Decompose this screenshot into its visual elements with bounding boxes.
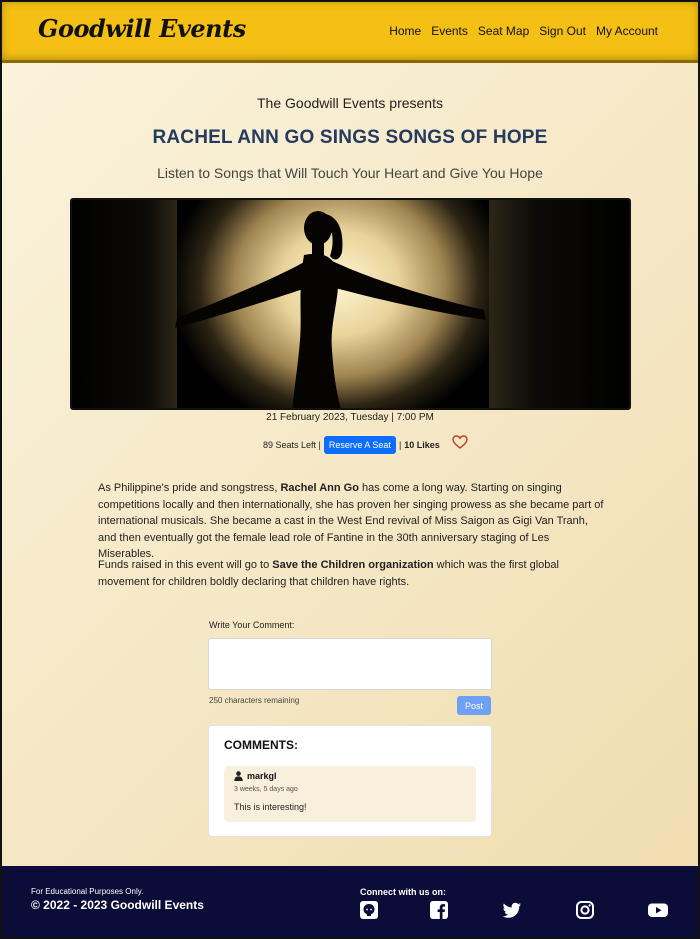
comment-author: markgl — [234, 771, 277, 781]
footer-connect-label: Connect with us on: — [360, 887, 446, 897]
nav-home[interactable]: Home — [389, 24, 421, 38]
youtube-icon[interactable] — [647, 900, 668, 920]
event-title: RACHEL ANN GO SINGS SONGS OF HOPE — [152, 127, 548, 148]
user-icon — [234, 771, 243, 781]
nav-seat-map[interactable]: Seat Map — [478, 24, 529, 38]
seats-left: 89 Seats Left | — [263, 440, 321, 450]
nav-sign-out[interactable]: Sign Out — [539, 24, 586, 38]
comment-label: Write Your Comment: — [209, 620, 295, 630]
event-description: As Philippine's pride and songstress, Ra… — [98, 482, 604, 560]
nav-my-account[interactable]: My Account — [596, 24, 658, 38]
nav-events[interactable]: Events — [431, 24, 468, 38]
event-beneficiary: Funds raised in this event will go to Sa… — [98, 559, 559, 588]
comments-section: COMMENTS: markgl 3 weeks, 5 days ago Thi… — [208, 725, 492, 837]
nav-links: Home Events Seat Map Sign Out My Account — [389, 24, 658, 38]
post-button[interactable]: Post — [457, 696, 491, 715]
singer-silhouette — [175, 211, 486, 408]
comment-username: markgl — [247, 771, 277, 781]
footer-disclaimer: For Educational Purposes Only. — [31, 887, 144, 896]
heart-icon[interactable] — [452, 435, 468, 451]
comment-text: This is interesting! — [234, 802, 307, 812]
event-actions: 89 Seats Left | Reserve A Seat | 10 Like… — [263, 435, 468, 454]
event-image — [70, 198, 631, 410]
comment-timestamp: 3 weeks, 5 days ago — [234, 786, 298, 793]
reserve-seat-button[interactable]: Reserve A Seat — [323, 436, 396, 454]
likes-separator: | — [398, 440, 402, 450]
brand-logo[interactable]: Goodwill Events — [38, 14, 246, 43]
footer-copyright: © 2022 - 2023 Goodwill Events — [31, 898, 204, 912]
artist-name: Rachel Ann Go — [280, 482, 359, 494]
event-subtitle: Listen to Songs that Will Touch Your Hea… — [157, 165, 543, 181]
comment-input[interactable] — [208, 638, 492, 690]
comments-heading: COMMENTS: — [224, 738, 298, 752]
likes-count: 10 Likes — [404, 440, 440, 450]
facebook-icon[interactable] — [429, 900, 449, 920]
beneficiary-name: Save the Children organization — [272, 559, 434, 571]
navbar: Goodwill Events Home Events Seat Map Sig… — [0, 0, 700, 63]
github-icon[interactable] — [359, 900, 379, 920]
footer: For Educational Purposes Only. © 2022 - … — [0, 866, 700, 939]
event-datetime: 21 February 2023, Tuesday | 7:00 PM — [266, 412, 434, 423]
comment-item: markgl 3 weeks, 5 days ago This is inter… — [224, 766, 476, 822]
instagram-icon[interactable] — [575, 900, 595, 920]
characters-remaining: 250 characters remaining — [209, 696, 300, 705]
twitter-icon[interactable] — [502, 900, 522, 920]
event-presents: The Goodwill Events presents — [257, 95, 443, 111]
